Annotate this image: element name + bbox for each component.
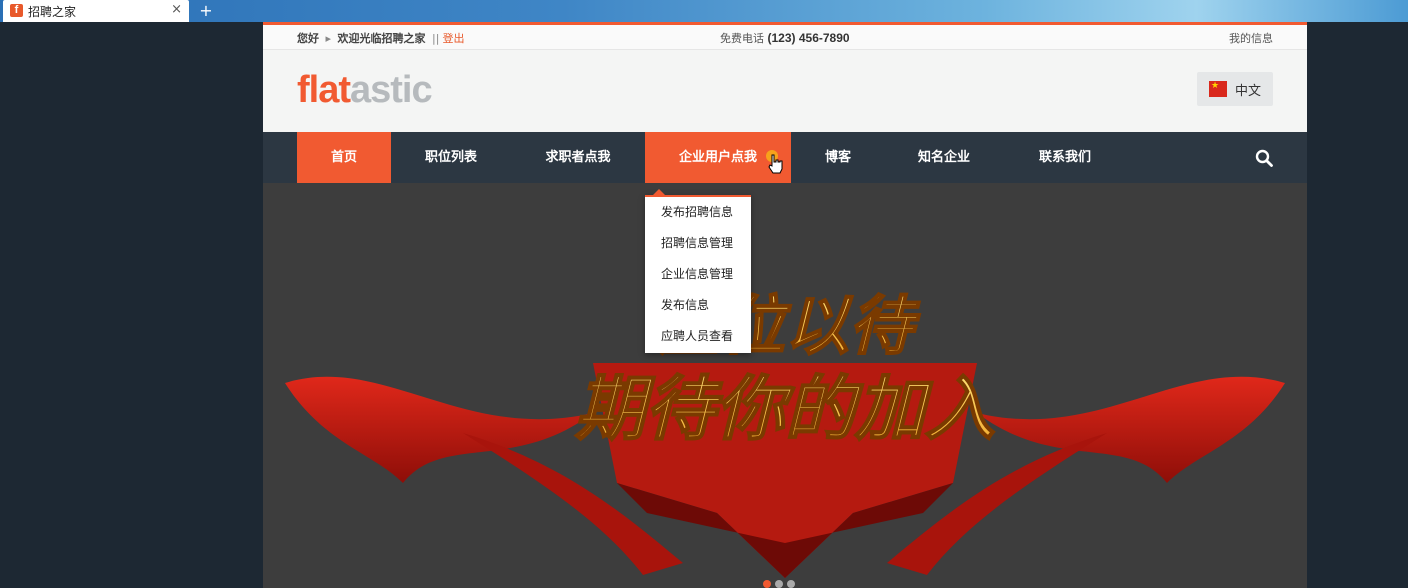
menu-item-post-job[interactable]: 发布招聘信息 — [645, 197, 751, 228]
phone-number: (123) 456-7890 — [767, 31, 850, 45]
new-tab-button[interactable]: + — [198, 0, 214, 22]
logo-part-2: astic — [350, 69, 433, 111]
welcome-text: 欢迎光临招聘之家 — [337, 32, 426, 45]
top-bar: 您好 ▸ 欢迎光临招聘之家 || 登出 免费电话 (123) 456-7890 我… — [263, 25, 1307, 50]
menu-item-view-applicants[interactable]: 应聘人员查看 — [645, 321, 751, 352]
banner-artwork: 虚位以待 期待你的加入 — [285, 289, 1285, 578]
menu-item-manage-company[interactable]: 企业信息管理 — [645, 259, 751, 290]
nav-job-seekers[interactable]: 求职者点我 — [517, 132, 639, 184]
banner-slider[interactable]: 虚位以待 期待你的加入 — [263, 183, 1307, 588]
logo-part-1: flat — [297, 69, 351, 111]
phone-info: 免费电话 (123) 456-7890 — [720, 30, 850, 46]
slider-dot-3[interactable] — [787, 580, 795, 588]
my-info-link[interactable]: 我的信息 — [1229, 30, 1273, 46]
china-flag-icon: ★ — [1209, 81, 1227, 97]
browser-tab[interactable]: f 招聘之家 × — [3, 0, 189, 22]
nav-job-list[interactable]: 职位列表 — [391, 132, 511, 184]
nav-home[interactable]: 首页 — [297, 132, 391, 184]
nav-famous-companies[interactable]: 知名企业 — [889, 132, 999, 184]
nav-contact-us[interactable]: 联系我们 — [1013, 132, 1117, 184]
close-icon[interactable]: × — [171, 2, 182, 17]
logo[interactable]: flatastic — [297, 69, 433, 112]
slider-dots — [763, 573, 799, 588]
page: 您好 ▸ 欢迎光临招聘之家 || 登出 免费电话 (123) 456-7890 我… — [263, 22, 1307, 588]
logout-link[interactable]: 登出 — [442, 32, 464, 45]
greeting: 您好 — [297, 32, 319, 45]
phone-label: 免费电话 — [720, 32, 764, 45]
slider-dot-1[interactable] — [763, 580, 771, 588]
slider-dot-2[interactable] — [775, 580, 783, 588]
banner-line-2: 期待你的加入 — [575, 368, 995, 450]
nav-blog[interactable]: 博客 — [803, 132, 873, 184]
welcome-area: 您好 ▸ 欢迎光临招聘之家 || 登出 — [297, 30, 464, 46]
favicon-icon: f — [10, 4, 23, 17]
browser-tab-strip: f 招聘之家 × + — [0, 0, 1408, 22]
language-label: 中文 — [1235, 84, 1262, 99]
header: flatastic ★ 中文 — [263, 50, 1307, 132]
separator: || — [432, 32, 440, 45]
tab-title: 招聘之家 — [28, 5, 77, 19]
search-icon[interactable] — [1255, 149, 1273, 167]
hand-cursor-icon — [766, 150, 783, 174]
menu-item-manage-jobs[interactable]: 招聘信息管理 — [645, 228, 751, 259]
arrow-icon: ▸ — [325, 32, 332, 45]
menu-item-post-info[interactable]: 发布信息 — [645, 290, 751, 321]
language-selector[interactable]: ★ 中文 — [1197, 72, 1273, 106]
enterprise-dropdown-menu: 发布招聘信息 招聘信息管理 企业信息管理 发布信息 应聘人员查看 — [645, 189, 751, 353]
